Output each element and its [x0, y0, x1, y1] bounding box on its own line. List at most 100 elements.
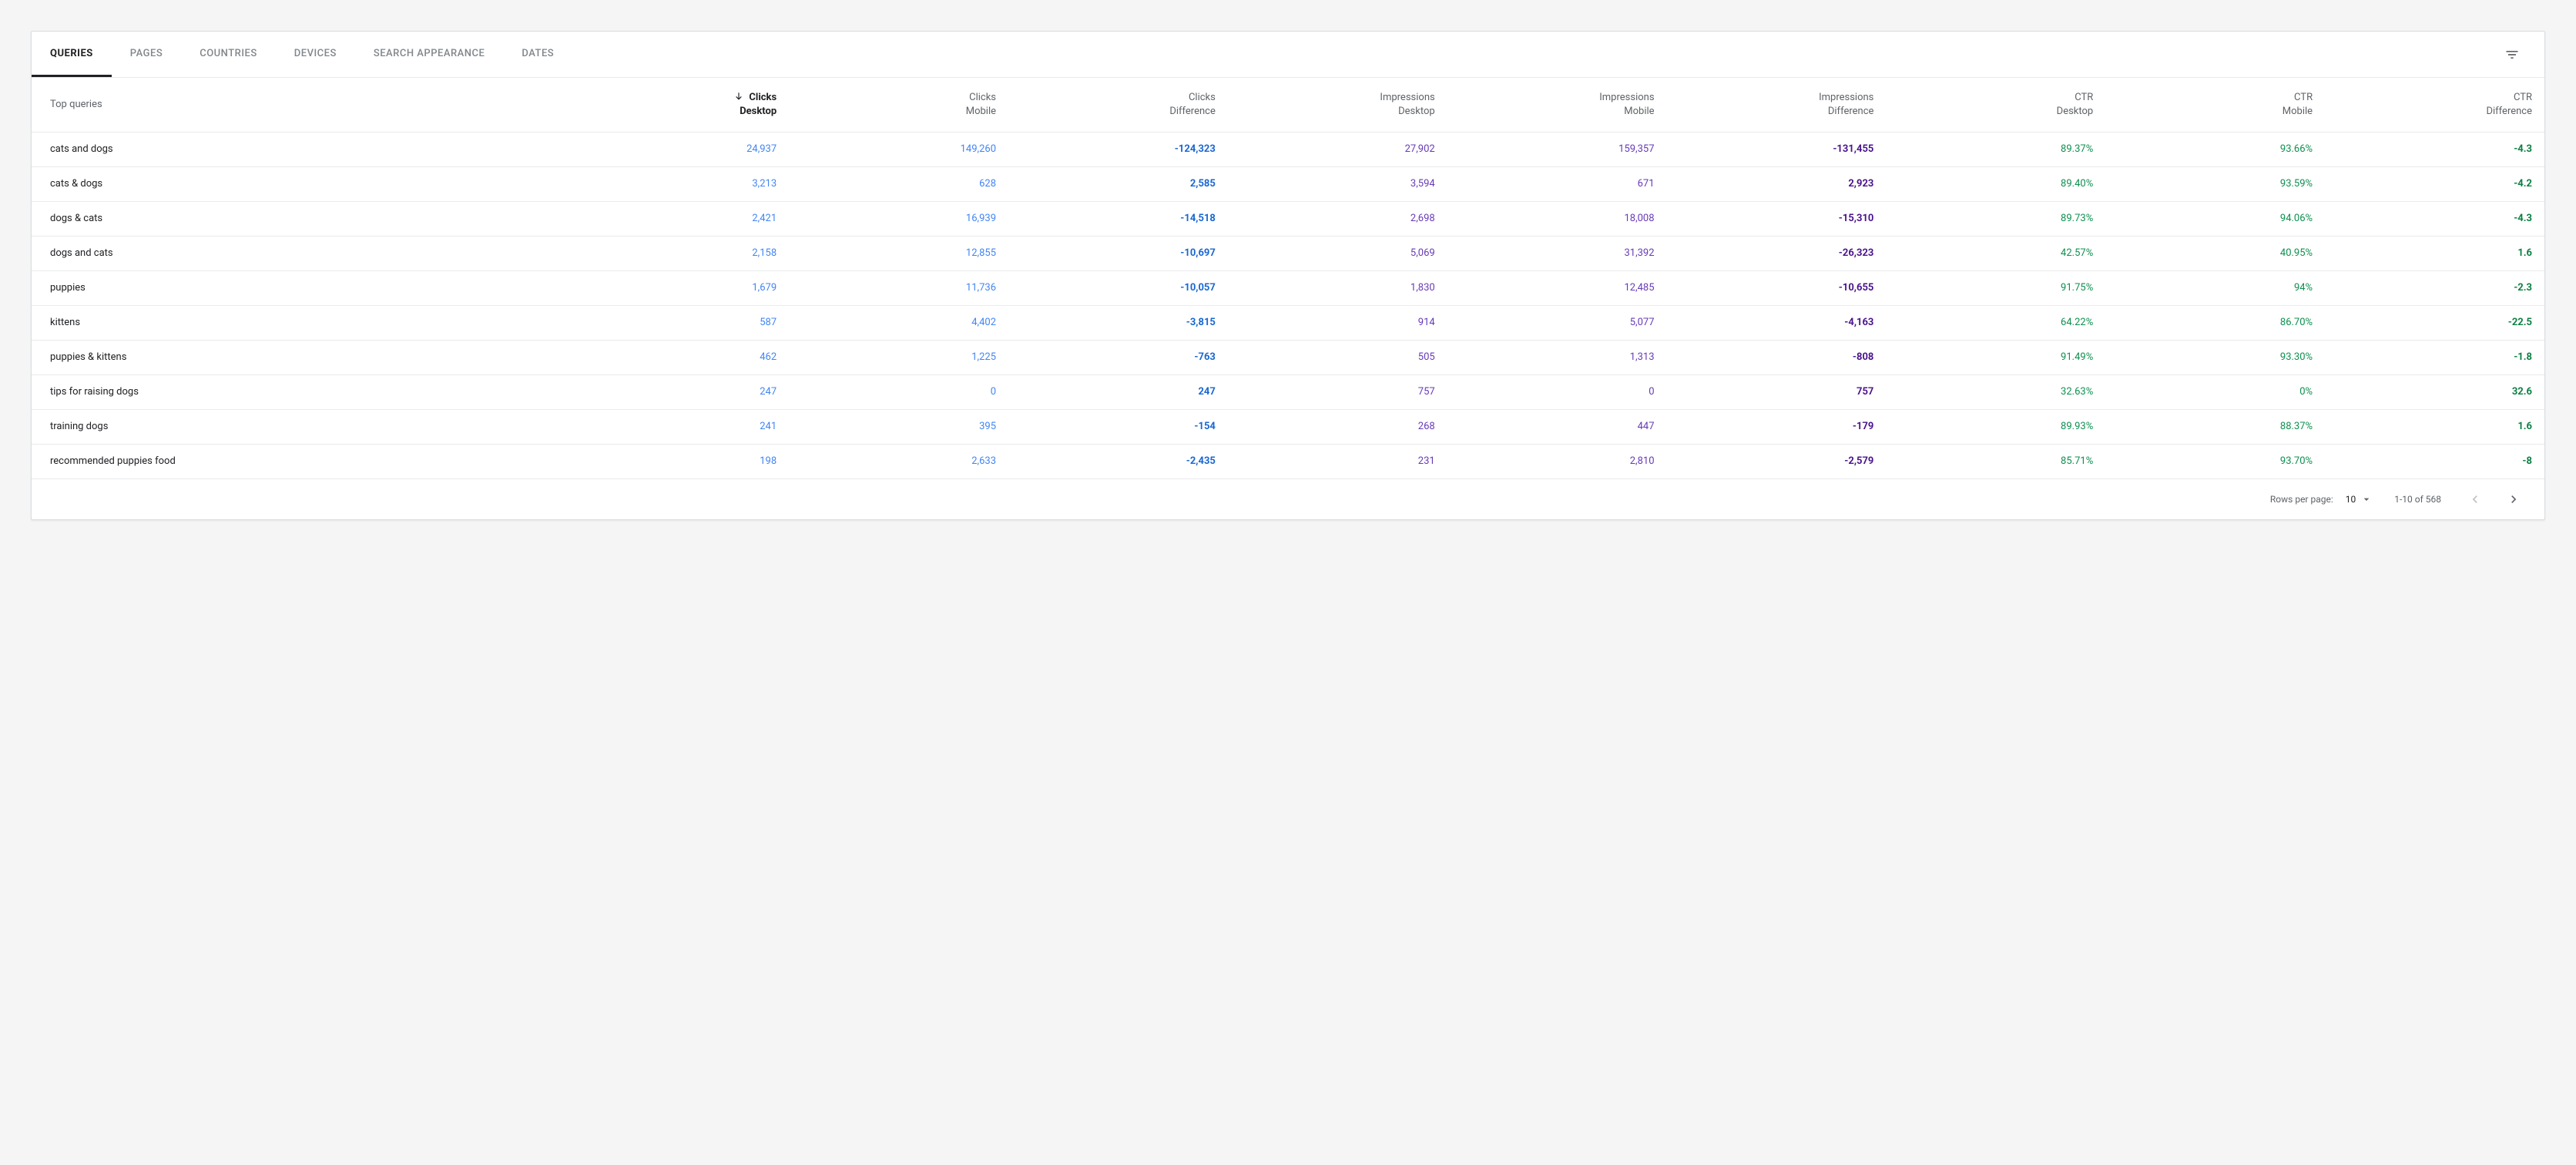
value-cell: 88.37% [2105, 409, 2325, 444]
value-cell: 757 [1228, 374, 1447, 409]
value-cell: -14,518 [1008, 201, 1228, 236]
tab-queries[interactable]: QUERIES [32, 32, 112, 77]
query-cell[interactable]: cats & dogs [32, 166, 569, 201]
value-cell: -2,435 [1008, 444, 1228, 478]
value-cell: 247 [569, 374, 789, 409]
sort-desc-icon [733, 92, 744, 103]
table-row: cats & dogs3,2136282,5853,5946712,92389.… [32, 166, 2544, 201]
value-cell: 2,585 [1008, 166, 1228, 201]
value-cell: -8 [2325, 444, 2544, 478]
value-cell: 0 [789, 374, 1008, 409]
value-cell: 2,633 [789, 444, 1008, 478]
value-cell: 1.6 [2325, 409, 2544, 444]
header-clicks-desktop[interactable]: ClicksDesktop [569, 78, 789, 132]
value-cell: 12,855 [789, 236, 1008, 270]
value-cell: 1,830 [1228, 270, 1447, 305]
next-page-button[interactable] [2501, 487, 2526, 512]
table-row: puppies & kittens4621,225-7635051,313-80… [32, 340, 2544, 374]
query-cell[interactable]: dogs and cats [32, 236, 569, 270]
query-cell[interactable]: recommended puppies food [32, 444, 569, 478]
value-cell: 3,594 [1228, 166, 1447, 201]
tab-search-appearance[interactable]: SEARCH APPEARANCE [355, 32, 504, 77]
prev-page-button[interactable] [2463, 487, 2487, 512]
performance-table-card: QUERIESPAGESCOUNTRIESDEVICESSEARCH APPEA… [31, 31, 2545, 520]
rows-per-page: Rows per page: 10 [2270, 493, 2373, 505]
query-cell[interactable]: cats and dogs [32, 132, 569, 166]
query-cell[interactable]: puppies & kittens [32, 340, 569, 374]
value-cell: 93.70% [2105, 444, 2325, 478]
filter-button[interactable] [2498, 41, 2526, 69]
tab-dates[interactable]: DATES [503, 32, 572, 77]
value-cell: 89.40% [1886, 166, 2105, 201]
table-scroll[interactable]: Top queriesClicksDesktopClicksMobileClic… [32, 78, 2544, 478]
table-header-row: Top queriesClicksDesktopClicksMobileClic… [32, 78, 2544, 132]
value-cell: 241 [569, 409, 789, 444]
table-row: puppies1,67911,736-10,0571,83012,485-10,… [32, 270, 2544, 305]
value-cell: 40.95% [2105, 236, 2325, 270]
query-cell[interactable]: dogs & cats [32, 201, 569, 236]
header-impressions-desktop[interactable]: ImpressionsDesktop [1228, 78, 1447, 132]
tab-devices[interactable]: DEVICES [276, 32, 355, 77]
rows-per-page-select[interactable]: 10 [2346, 493, 2373, 505]
query-cell[interactable]: kittens [32, 305, 569, 340]
value-cell: -808 [1667, 340, 1887, 374]
table-row: training dogs241395-154268447-17989.93%8… [32, 409, 2544, 444]
value-cell: -4,163 [1667, 305, 1887, 340]
query-cell[interactable]: tips for raising dogs [32, 374, 569, 409]
value-cell: -10,655 [1667, 270, 1887, 305]
value-cell: 91.49% [1886, 340, 2105, 374]
tab-pages[interactable]: PAGES [112, 32, 181, 77]
value-cell: 757 [1667, 374, 1887, 409]
value-cell: 91.75% [1886, 270, 2105, 305]
value-cell: 42.57% [1886, 236, 2105, 270]
chevron-down-icon [2360, 493, 2373, 505]
query-cell[interactable]: puppies [32, 270, 569, 305]
header-ctr-desktop[interactable]: CTRDesktop [1886, 78, 2105, 132]
header-ctr-difference[interactable]: CTRDifference [2325, 78, 2544, 132]
value-cell: 2,810 [1447, 444, 1667, 478]
value-cell: 587 [569, 305, 789, 340]
value-cell: 1,225 [789, 340, 1008, 374]
value-cell: -763 [1008, 340, 1228, 374]
value-cell: -4.2 [2325, 166, 2544, 201]
header-impressions-difference[interactable]: ImpressionsDifference [1667, 78, 1887, 132]
value-cell: 198 [569, 444, 789, 478]
chevron-right-icon [2506, 492, 2521, 507]
value-cell: 395 [789, 409, 1008, 444]
queries-table: Top queriesClicksDesktopClicksMobileClic… [32, 78, 2544, 478]
value-cell: 89.73% [1886, 201, 2105, 236]
value-cell: 18,008 [1447, 201, 1667, 236]
value-cell: -2,579 [1667, 444, 1887, 478]
tab-countries[interactable]: COUNTRIES [181, 32, 276, 77]
value-cell: 628 [789, 166, 1008, 201]
value-cell: 1.6 [2325, 236, 2544, 270]
value-cell: 231 [1228, 444, 1447, 478]
value-cell: 159,357 [1447, 132, 1667, 166]
value-cell: 268 [1228, 409, 1447, 444]
value-cell: 93.30% [2105, 340, 2325, 374]
table-row: kittens5874,402-3,8159145,077-4,16364.22… [32, 305, 2544, 340]
value-cell: -4.3 [2325, 201, 2544, 236]
chevron-left-icon [2467, 492, 2483, 507]
value-cell: 16,939 [789, 201, 1008, 236]
value-cell: 27,902 [1228, 132, 1447, 166]
value-cell: 89.93% [1886, 409, 2105, 444]
value-cell: 462 [569, 340, 789, 374]
value-cell: 31,392 [1447, 236, 1667, 270]
header-impressions-mobile[interactable]: ImpressionsMobile [1447, 78, 1667, 132]
value-cell: 0 [1447, 374, 1667, 409]
filter-icon [2504, 47, 2520, 62]
value-cell: 2,158 [569, 236, 789, 270]
value-cell: 447 [1447, 409, 1667, 444]
value-cell: -1.8 [2325, 340, 2544, 374]
header-top-queries[interactable]: Top queries [32, 78, 569, 132]
value-cell: 5,069 [1228, 236, 1447, 270]
value-cell: 32.63% [1886, 374, 2105, 409]
table-footer: Rows per page: 10 1-10 of 568 [32, 478, 2544, 519]
header-clicks-mobile[interactable]: ClicksMobile [789, 78, 1008, 132]
table-row: recommended puppies food1982,633-2,43523… [32, 444, 2544, 478]
query-cell[interactable]: training dogs [32, 409, 569, 444]
tabs-row: QUERIESPAGESCOUNTRIESDEVICESSEARCH APPEA… [32, 32, 2544, 78]
header-clicks-difference[interactable]: ClicksDifference [1008, 78, 1228, 132]
header-ctr-mobile[interactable]: CTRMobile [2105, 78, 2325, 132]
